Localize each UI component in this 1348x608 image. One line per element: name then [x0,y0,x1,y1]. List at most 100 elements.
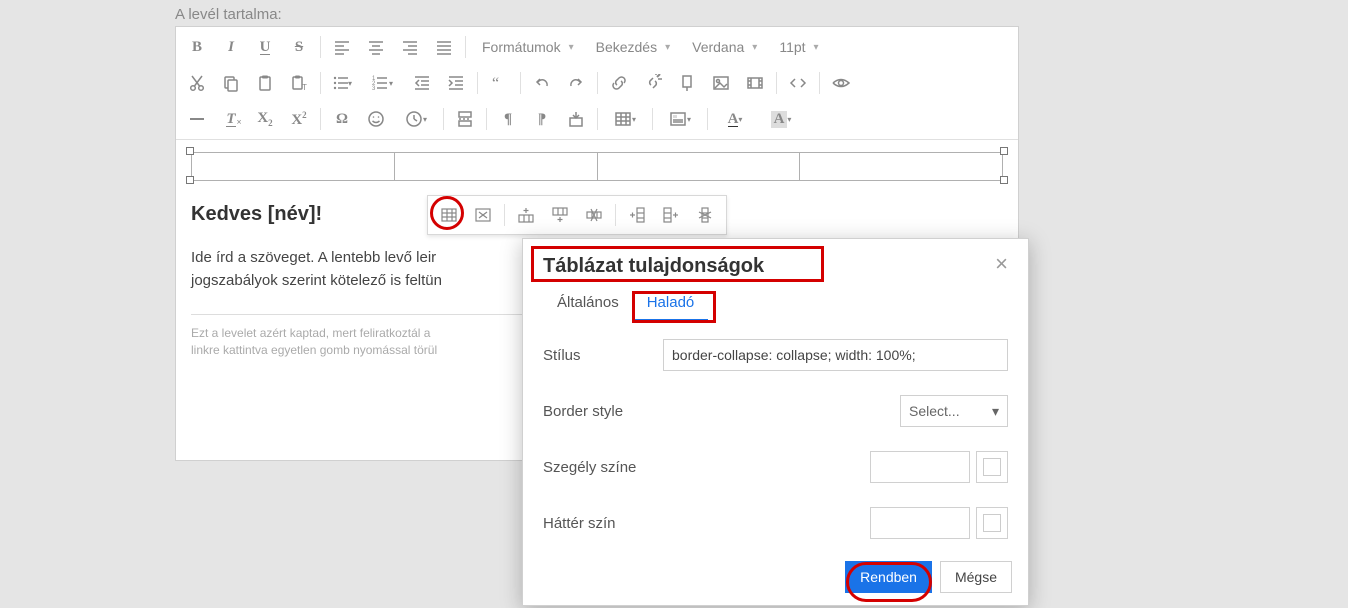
resize-handle[interactable] [186,147,194,155]
code-button[interactable] [781,66,815,100]
style-row: Stílus [543,339,1008,371]
font-label: Verdana [692,39,744,55]
format-dropdown[interactable]: Formátumok ▾ [470,30,584,64]
undo-button[interactable] [525,66,559,100]
border-color-input[interactable] [870,451,970,483]
blockquote-button[interactable]: “ [482,66,516,100]
chevron-down-icon: ▾ [665,42,670,53]
template-button[interactable]: ▾ [657,102,703,136]
page-label: A levél tartalma: [175,6,282,23]
bg-color-label: Háttér szín [543,515,663,532]
outdent-button[interactable] [405,66,439,100]
separator [486,108,487,130]
row-after-button[interactable] [543,198,577,232]
border-color-picker[interactable] [976,451,1008,483]
table-button[interactable]: ▾ [602,102,648,136]
editor-toolbar: B I U S Formátumok▾ Bekezdés▾ Verdana▾ 1… [176,27,1018,140]
chevron-down-icon: ▾ [992,403,999,420]
cut-button[interactable] [180,66,214,100]
toolbar-row-3: T× X2 X2 Ω ▾ ¶ ¶ ▾ ▾ A▾ A▾ [180,101,1014,137]
redo-button[interactable] [559,66,593,100]
unlink-button[interactable] [636,66,670,100]
anchor-button[interactable] [670,66,704,100]
italic-button[interactable]: I [214,30,248,64]
row-before-button[interactable] [509,198,543,232]
cancel-button[interactable]: Mégse [940,561,1012,593]
style-input[interactable] [663,339,1008,371]
ltr-button[interactable]: ¶ [491,102,525,136]
datetime-button[interactable]: ▾ [393,102,439,136]
separator [520,72,521,94]
clear-format-button[interactable]: T× [214,102,248,136]
chevron-down-icon: ▾ [389,79,393,88]
align-right-button[interactable] [393,30,427,64]
svg-text:3: 3 [372,86,376,92]
rtl-button[interactable]: ¶ [525,102,559,136]
paste-text-button[interactable]: T [282,66,316,100]
font-dropdown[interactable]: Verdana▾ [680,30,767,64]
toolbar-row-2: T ▾ 123▾ “ [180,65,1014,101]
separator [320,108,321,130]
strike-button[interactable]: S [282,30,316,64]
table-properties-dialog: Táblázat tulajdonságok × Általános Halad… [522,238,1029,606]
chevron-down-icon: ▾ [738,115,742,124]
link-button[interactable] [602,66,636,100]
hr-button[interactable] [180,102,214,136]
dialog-tabs: Általános Haladó [523,288,1028,321]
paste-button[interactable] [248,66,282,100]
border-color-row: Szegély színe [543,451,1008,483]
tab-general[interactable]: Általános [543,288,633,321]
chevron-down-icon: ▾ [569,42,574,53]
chevron-down-icon: ▾ [348,79,352,88]
dialog-title: Táblázat tulajdonságok [543,255,764,278]
bg-color-input[interactable] [870,507,970,539]
emoji-button[interactable] [359,102,393,136]
table-properties-button[interactable] [432,198,466,232]
align-justify-button[interactable] [427,30,461,64]
border-style-value: Select... [909,403,960,419]
indent-button[interactable] [439,66,473,100]
align-center-button[interactable] [359,30,393,64]
border-color-label: Szegély színe [543,459,663,476]
size-dropdown[interactable]: 11pt▾ [767,30,828,64]
resize-handle[interactable] [1000,176,1008,184]
content-table[interactable] [191,152,1003,181]
media-button[interactable] [738,66,772,100]
insert-button[interactable] [559,102,593,136]
row-delete-button[interactable] [577,198,611,232]
paragraph-dropdown[interactable]: Bekezdés▾ [584,30,681,64]
separator [504,204,505,226]
preview-button[interactable] [824,66,858,100]
image-button[interactable] [704,66,738,100]
underline-button[interactable]: U [248,30,282,64]
col-delete-button[interactable] [688,198,722,232]
forecolor-button[interactable]: A▾ [712,102,758,136]
separator [652,108,653,130]
table-context-toolbar [427,195,727,235]
col-after-button[interactable] [654,198,688,232]
table-delete-button[interactable] [466,198,500,232]
backcolor-button[interactable]: A▾ [758,102,804,136]
ok-button[interactable]: Rendben [845,561,932,593]
superscript-button[interactable]: X2 [282,102,316,136]
align-left-button[interactable] [325,30,359,64]
chevron-down-icon: ▾ [687,115,691,124]
separator [615,204,616,226]
resize-handle[interactable] [1000,147,1008,155]
chevron-down-icon: ▾ [814,42,819,53]
subscript-button[interactable]: X2 [248,102,282,136]
special-char-button[interactable]: Ω [325,102,359,136]
toolbar-row-1: B I U S Formátumok▾ Bekezdés▾ Verdana▾ 1… [180,29,1014,65]
bullet-list-button[interactable]: ▾ [325,66,359,100]
resize-handle[interactable] [186,176,194,184]
bold-button[interactable]: B [180,30,214,64]
close-button[interactable]: × [995,255,1008,273]
bg-color-picker[interactable] [976,507,1008,539]
tab-advanced[interactable]: Haladó [633,288,709,321]
pagebreak-button[interactable] [448,102,482,136]
col-before-button[interactable] [620,198,654,232]
format-label: Formátumok [482,39,561,55]
number-list-button[interactable]: 123▾ [359,66,405,100]
border-style-select[interactable]: Select... ▾ [900,395,1008,427]
copy-button[interactable] [214,66,248,100]
